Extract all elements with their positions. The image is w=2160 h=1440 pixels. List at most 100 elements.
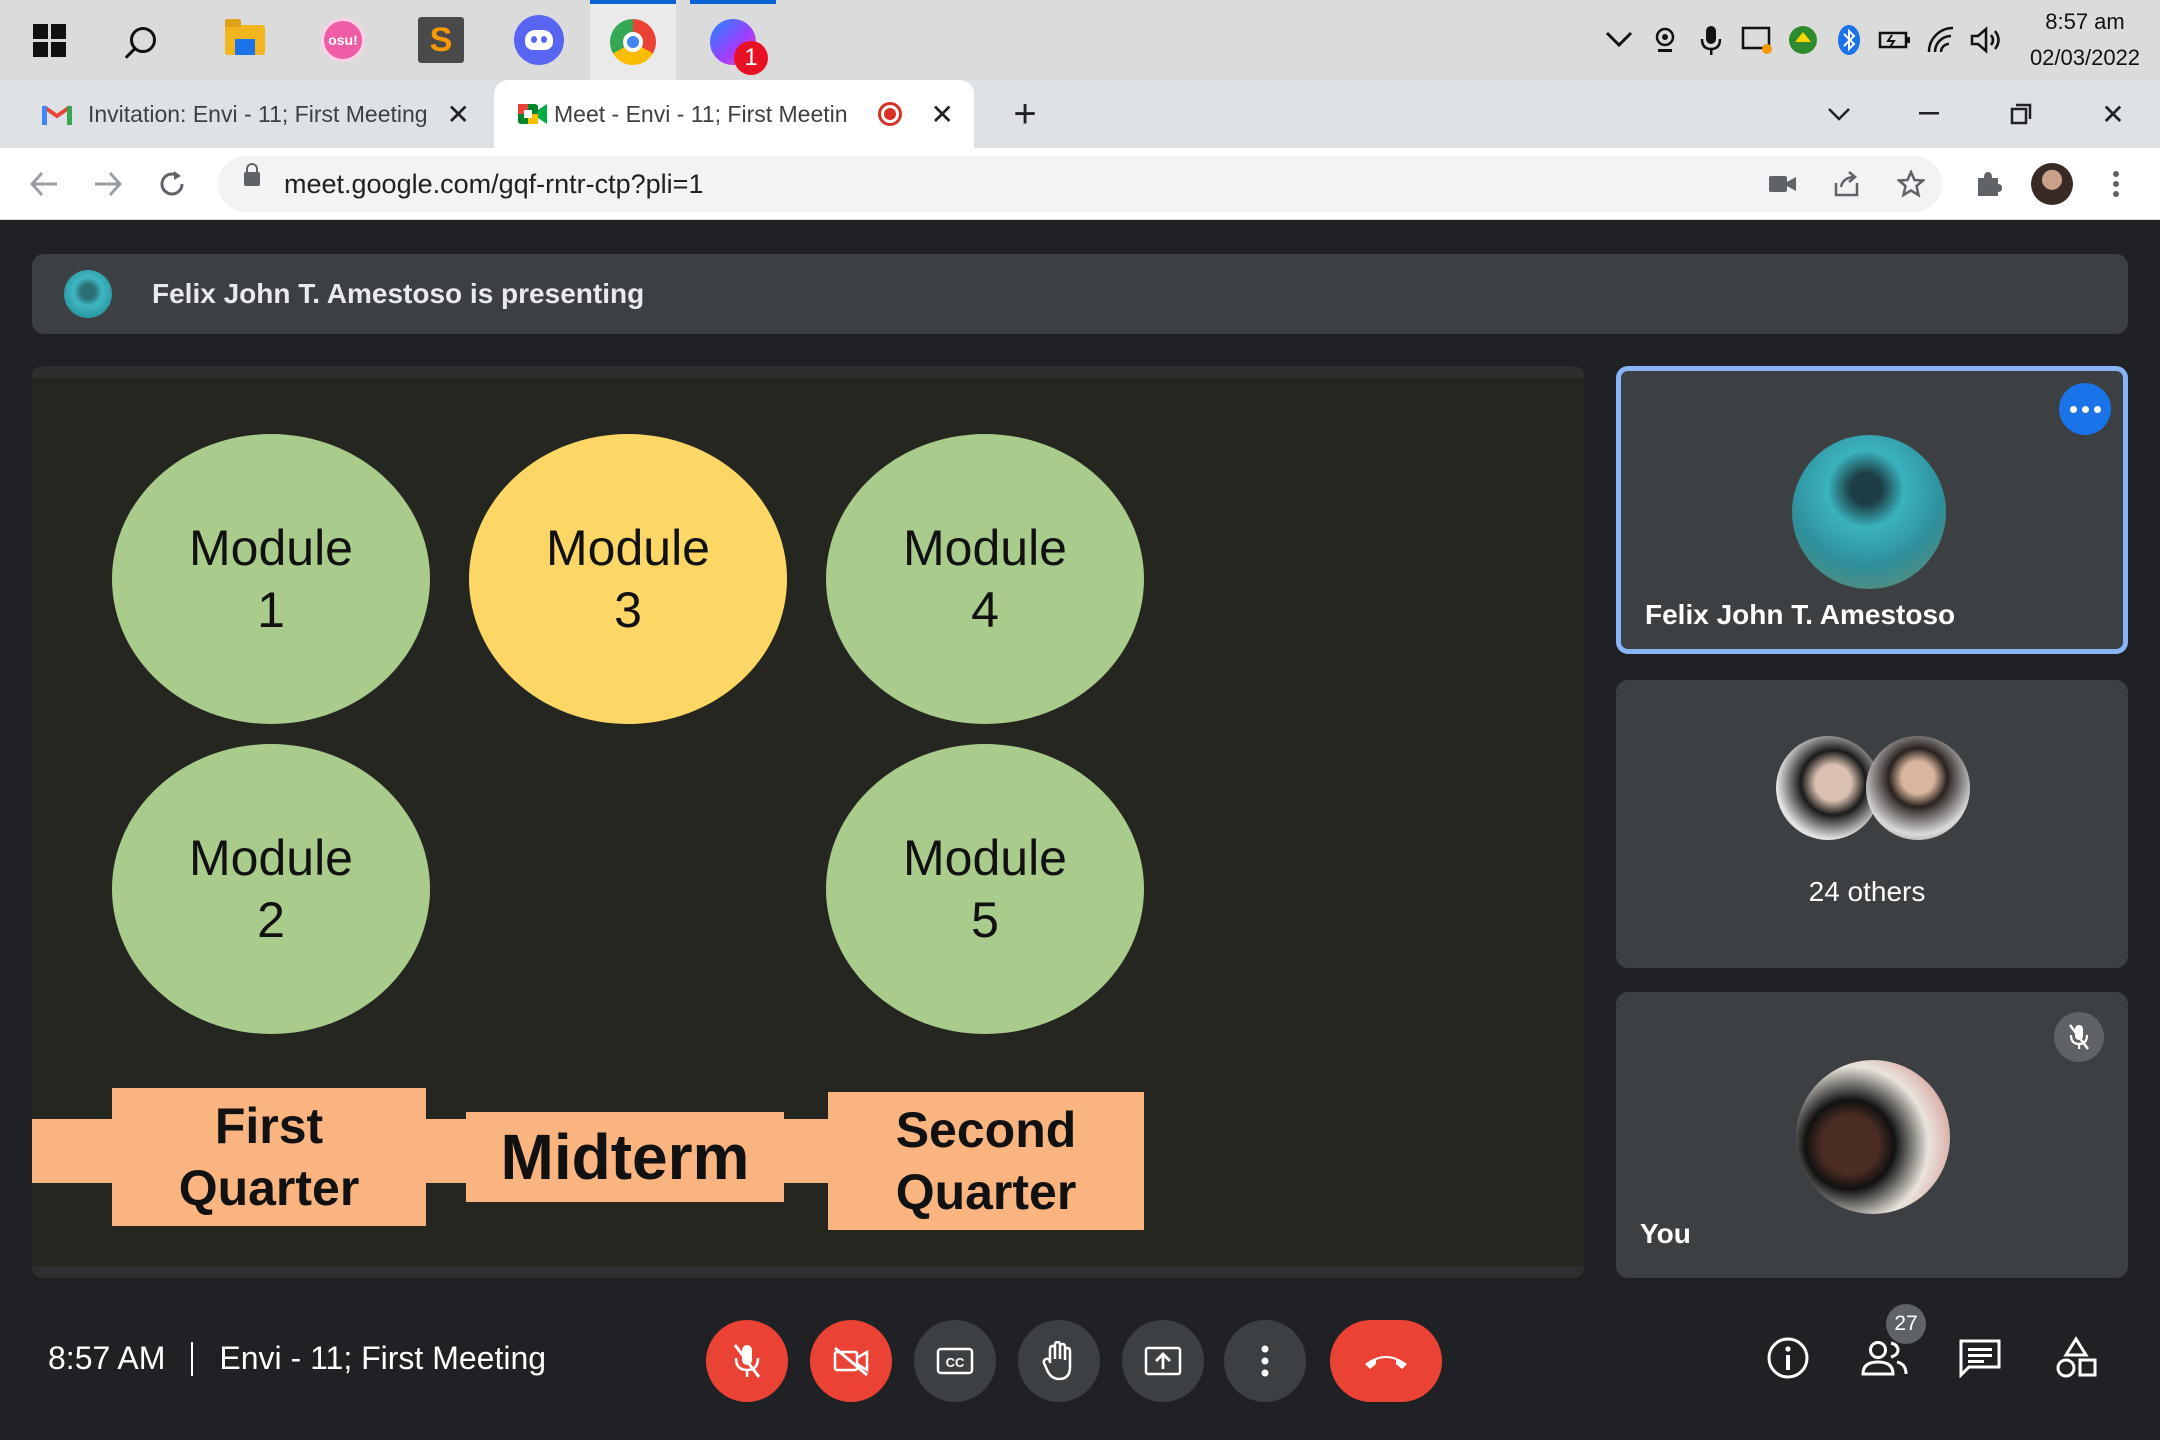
participant-avatar: [1866, 736, 1970, 840]
bluetooth-icon[interactable]: [1826, 0, 1872, 80]
lock-icon[interactable]: [244, 163, 260, 186]
mic-off-icon: [2069, 1024, 2089, 1050]
webcam-icon[interactable]: [1642, 0, 1688, 80]
new-tab-button[interactable]: +: [1000, 80, 1050, 148]
presenter-name: Felix John T. Amestoso: [1645, 599, 1956, 630]
camera-in-use-icon[interactable]: [1758, 156, 1808, 212]
reload-button[interactable]: [142, 148, 202, 220]
profile-avatar[interactable]: [2024, 148, 2080, 220]
minimize-icon: [1919, 112, 1939, 115]
chat-icon: [1959, 1339, 2001, 1378]
google-meet-icon: [518, 104, 547, 124]
chrome-menu-button[interactable]: [2088, 148, 2144, 220]
taskbar-osu[interactable]: osu!: [300, 0, 386, 80]
hand-icon: [1042, 1341, 1072, 1381]
url-text[interactable]: meet.google.com/gqf-rntr-ctp?pli=1: [284, 169, 703, 200]
module-5-circle: Module 5: [826, 744, 1144, 1034]
minimize-button[interactable]: [1884, 80, 1974, 148]
participant-count-badge: 27: [1886, 1304, 1926, 1344]
extensions-puzzle-icon[interactable]: [1960, 148, 2016, 220]
forward-button[interactable]: [78, 148, 138, 220]
close-tab-icon[interactable]: ✕: [931, 98, 954, 131]
presenter-tile[interactable]: Felix John T. Amestoso: [1616, 366, 2128, 654]
search-icon: [130, 27, 156, 53]
reload-icon: [160, 171, 184, 196]
taskbar-file-explorer[interactable]: [202, 0, 288, 80]
activities-shapes-icon: [2056, 1336, 2097, 1378]
update-icon[interactable]: [1780, 0, 1826, 80]
presenter-avatar: [64, 270, 112, 318]
module-2-circle: Module 2: [112, 744, 430, 1034]
taskbar-search-button[interactable]: [100, 0, 186, 80]
chevron-down-icon: [1828, 108, 1850, 121]
taskbar-chrome[interactable]: [590, 0, 676, 80]
microphone-icon[interactable]: [1688, 0, 1734, 80]
second-quarter-box: Second Quarter: [828, 1092, 1144, 1230]
meet-control-bar: 8:57 AM Envi - 11; First Meeting CC 27: [0, 1300, 2160, 1440]
camera-toggle-button[interactable]: [810, 1320, 892, 1402]
clock-date: 02/03/2022: [2029, 45, 2141, 70]
screen-share-tray-icon[interactable]: [1734, 0, 1780, 80]
forward-arrow-icon: [95, 171, 123, 197]
raise-hand-button[interactable]: [1018, 1320, 1100, 1402]
volume-icon[interactable]: [1964, 0, 2010, 80]
closed-captions-icon: CC: [936, 1347, 974, 1375]
clock-time: 8:57 am: [2045, 9, 2125, 34]
restore-button[interactable]: [1976, 80, 2066, 148]
midterm-box: Midterm: [466, 1112, 784, 1202]
close-window-button[interactable]: ✕: [2068, 80, 2158, 148]
vertical-dots-icon: [2113, 171, 2119, 197]
others-count-label: 24 others: [1808, 876, 1926, 907]
share-icon[interactable]: [1822, 156, 1872, 212]
others-tile[interactable]: 24 others: [1616, 680, 2128, 968]
tab-search-button[interactable]: [1794, 80, 1884, 148]
activities-button[interactable]: [2044, 1326, 2108, 1390]
address-bar[interactable]: meet.google.com/gqf-rntr-ctp?pli=1: [218, 156, 1942, 212]
tab-google-meet[interactable]: Meet - Envi - 11; First Meetin ✕: [494, 80, 974, 148]
self-label: You: [1640, 1218, 1691, 1249]
taskbar-sublime-text[interactable]: S: [398, 0, 484, 80]
timeline-connector: [32, 1119, 122, 1183]
meeting-title: Envi - 11; First Meeting: [219, 1340, 547, 1376]
meeting-details-button[interactable]: [1756, 1326, 1820, 1390]
hang-up-icon: [1365, 1356, 1407, 1369]
presentation-stage[interactable]: Module 1 Module 3 Module 4 Module 2 Modu…: [32, 366, 1584, 1278]
module-4-circle: Module 4: [826, 434, 1144, 724]
tab-gmail-invitation[interactable]: Invitation: Envi - 11; First Meeting ✕: [0, 80, 490, 148]
wifi-icon[interactable]: [1918, 0, 1964, 80]
chat-button[interactable]: [1948, 1326, 2012, 1390]
mic-off-icon: [733, 1344, 761, 1378]
leave-call-button[interactable]: [1330, 1320, 1442, 1402]
windows-icon: [32, 23, 66, 57]
chevron-up-icon[interactable]: [1596, 0, 1642, 80]
system-tray: 8:57 am 02/03/2022: [1596, 0, 2160, 80]
taskbar-messenger[interactable]: 1: [690, 0, 776, 80]
battery-icon[interactable]: [1872, 0, 1918, 80]
self-tile[interactable]: You: [1616, 992, 2128, 1278]
messenger-icon: 1: [710, 19, 768, 75]
more-options-button[interactable]: [1224, 1320, 1306, 1402]
back-button[interactable]: [14, 148, 74, 220]
bookmark-star-icon[interactable]: [1886, 156, 1936, 212]
gmail-icon: [42, 105, 72, 125]
participant-avatar: [1776, 736, 1880, 840]
presenter-video-avatar: [1792, 435, 1946, 589]
people-icon: [1861, 1341, 1908, 1376]
microphone-toggle-button[interactable]: [706, 1320, 788, 1402]
shared-slide: Module 1 Module 3 Module 4 Module 2 Modu…: [32, 378, 1584, 1266]
system-clock[interactable]: 8:57 am 02/03/2022: [2010, 4, 2160, 76]
start-button[interactable]: [6, 0, 92, 80]
close-icon: ✕: [2101, 98, 2125, 130]
more-options-button[interactable]: [2059, 383, 2111, 435]
present-screen-icon: [1144, 1346, 1182, 1376]
close-tab-icon[interactable]: ✕: [447, 98, 470, 131]
windows-taskbar: osu! S 1 8:57 am 02/03/2022: [0, 0, 2160, 80]
taskbar-discord[interactable]: [496, 0, 582, 80]
module-3-circle: Module 3: [469, 434, 787, 724]
self-video-avatar: [1796, 1060, 1950, 1214]
divider: [191, 1341, 194, 1376]
tab-title: Meet - Envi - 11; First Meetin: [554, 100, 848, 127]
captions-button[interactable]: CC: [914, 1320, 996, 1402]
notification-badge: 1: [734, 41, 768, 75]
present-now-button[interactable]: [1122, 1320, 1204, 1402]
